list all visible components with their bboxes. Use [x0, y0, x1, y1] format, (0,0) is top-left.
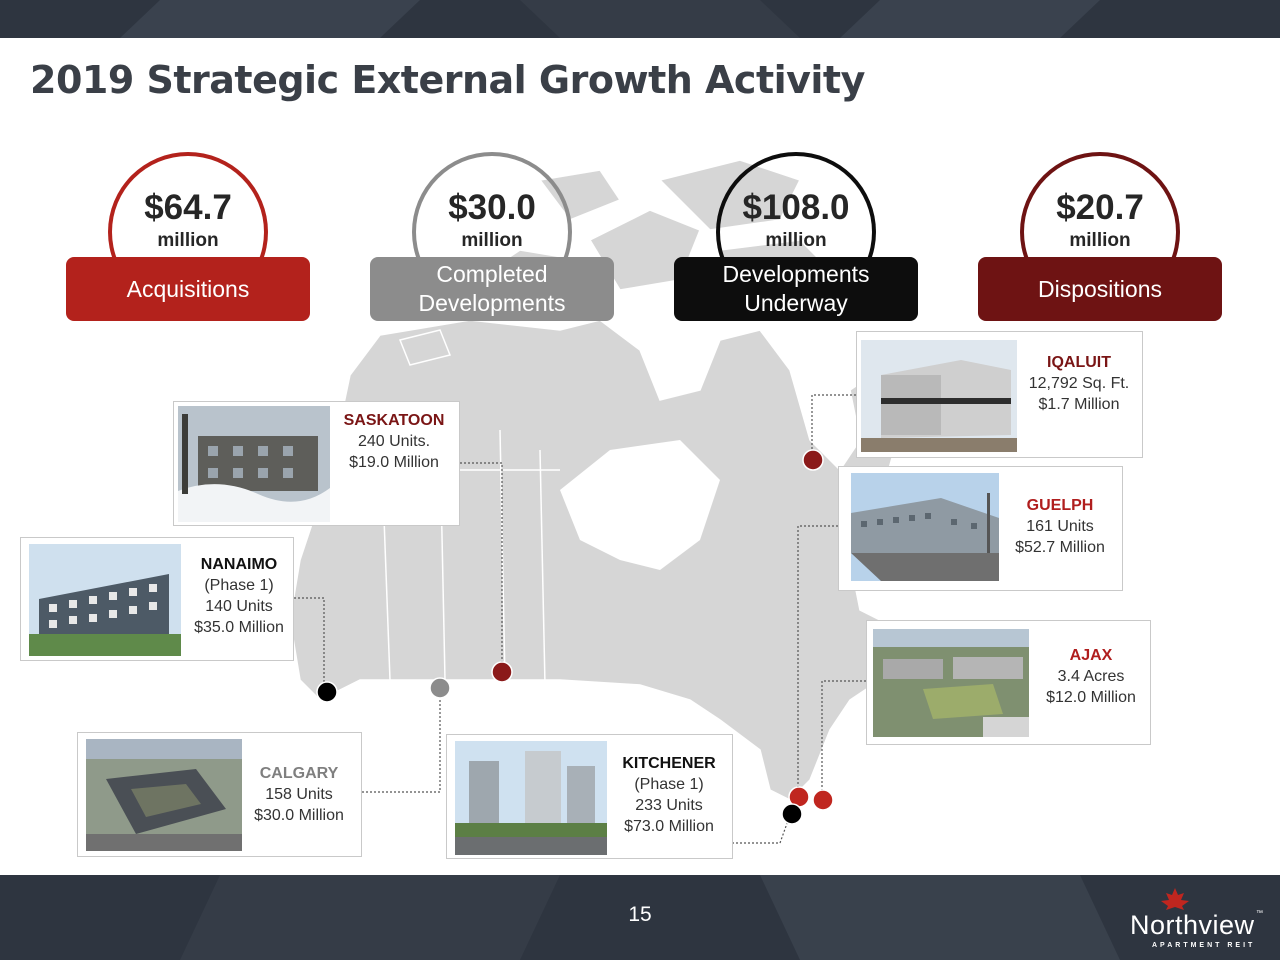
- property-city: CALGARY: [259, 765, 339, 782]
- property-value: $1.7 Million: [1038, 396, 1120, 413]
- property-city: AJAX: [1069, 647, 1113, 664]
- metric-label-line: Developments: [722, 261, 870, 287]
- property-card-saskatoon: SASKATOON 240 Units. $19.0 Million: [173, 401, 460, 526]
- metric-amount: $108.0: [742, 188, 850, 227]
- property-info: SASKATOON 240 Units. $19.0 Million: [332, 410, 456, 473]
- metric-label: Acquisitions: [66, 257, 310, 321]
- metric-label-line: Acquisitions: [126, 275, 250, 302]
- metric-developments-underway: $108.0 million Developments Underway: [674, 150, 918, 330]
- metric-unit: million: [765, 230, 827, 251]
- property-phase: (Phase 1): [634, 776, 704, 793]
- property-card-ajax: AJAX 3.4 Acres $12.0 Million: [866, 620, 1151, 745]
- metric-completed-developments: $30.0 million Completed Developments: [370, 150, 614, 330]
- property-card-nanaimo: NANAIMO (Phase 1) 140 Units $35.0 Millio…: [20, 537, 294, 661]
- property-value: $12.0 Million: [1046, 689, 1136, 706]
- metric-amount: $64.7: [144, 188, 232, 227]
- property-photo: [178, 406, 330, 522]
- property-info: KITCHENER (Phase 1) 233 Units $73.0 Mill…: [609, 753, 729, 837]
- top-banner: [0, 0, 1280, 38]
- property-info: CALGARY 158 Units $30.0 Million: [244, 763, 354, 826]
- metric-label: Dispositions: [978, 257, 1222, 321]
- property-card-iqaluit: IQALUIT 12,792 Sq. Ft. $1.7 Million: [856, 331, 1143, 458]
- property-city: GUELPH: [1026, 497, 1094, 514]
- metric-label: Completed Developments: [370, 257, 614, 321]
- property-units: 233 Units: [635, 797, 703, 814]
- property-card-guelph: GUELPH 161 Units $52.7 Million: [838, 466, 1123, 591]
- logo-trademark: ™: [1256, 910, 1263, 917]
- property-value: $52.7 Million: [1015, 539, 1105, 556]
- property-city: SASKATOON: [343, 412, 445, 429]
- metric-acquisitions: $64.7 million Acquisitions: [66, 150, 310, 330]
- property-info: NANAIMO (Phase 1) 140 Units $35.0 Millio…: [187, 554, 291, 638]
- property-units: 240 Units.: [357, 433, 431, 450]
- property-value: $19.0 Million: [349, 454, 439, 471]
- property-photo: [861, 340, 1017, 452]
- property-info: IQALUIT 12,792 Sq. Ft. $1.7 Million: [1019, 352, 1139, 415]
- property-photo: [873, 629, 1029, 737]
- northview-logo: Northview ™ APARTMENT REIT: [1122, 888, 1272, 954]
- metric-unit: million: [157, 230, 219, 251]
- metric-amount: $30.0: [448, 188, 536, 227]
- property-card-calgary: CALGARY 158 Units $30.0 Million: [77, 732, 362, 857]
- page-title: 2019 Strategic External Growth Activity: [30, 58, 865, 102]
- maple-leaf-icon: [1161, 888, 1189, 910]
- metric-label: Developments Underway: [674, 257, 918, 321]
- property-card-kitchener: KITCHENER (Phase 1) 233 Units $73.0 Mill…: [446, 734, 733, 859]
- property-photo: [86, 739, 242, 851]
- top-banner-pattern: [120, 0, 1100, 38]
- metric-label-line: Dispositions: [1038, 275, 1162, 302]
- property-units: 158 Units: [265, 786, 333, 803]
- property-units: 161 Units: [1026, 518, 1094, 535]
- property-value: $35.0 Million: [194, 619, 284, 636]
- property-photo: [851, 473, 999, 581]
- property-info: AJAX 3.4 Acres $12.0 Million: [1033, 645, 1149, 708]
- property-value: $73.0 Million: [624, 818, 714, 835]
- property-phase: (Phase 1): [204, 577, 274, 594]
- metric-label-line: Underway: [744, 290, 848, 316]
- metric-unit: million: [1069, 230, 1131, 251]
- metric-label-line: Completed: [436, 261, 548, 287]
- property-photo: [455, 741, 607, 855]
- property-value: $30.0 Million: [254, 807, 344, 824]
- property-city: NANAIMO: [200, 556, 278, 573]
- property-area: 12,792 Sq. Ft.: [1028, 375, 1130, 392]
- property-area: 3.4 Acres: [1057, 668, 1125, 685]
- property-units: 140 Units: [205, 598, 273, 615]
- logo-wordmark: Northview: [1130, 910, 1255, 940]
- property-info: GUELPH 161 Units $52.7 Million: [1001, 495, 1119, 558]
- property-photo: [29, 544, 181, 656]
- metric-label-line: Developments: [418, 290, 566, 316]
- metric-unit: million: [461, 230, 523, 251]
- metric-amount: $20.7: [1056, 188, 1144, 227]
- metric-dispositions: $20.7 million Dispositions: [978, 150, 1222, 330]
- logo-tagline: APARTMENT REIT: [1152, 942, 1256, 949]
- property-city: IQALUIT: [1047, 354, 1111, 371]
- page-number: 15: [628, 903, 652, 926]
- property-city: KITCHENER: [622, 755, 716, 772]
